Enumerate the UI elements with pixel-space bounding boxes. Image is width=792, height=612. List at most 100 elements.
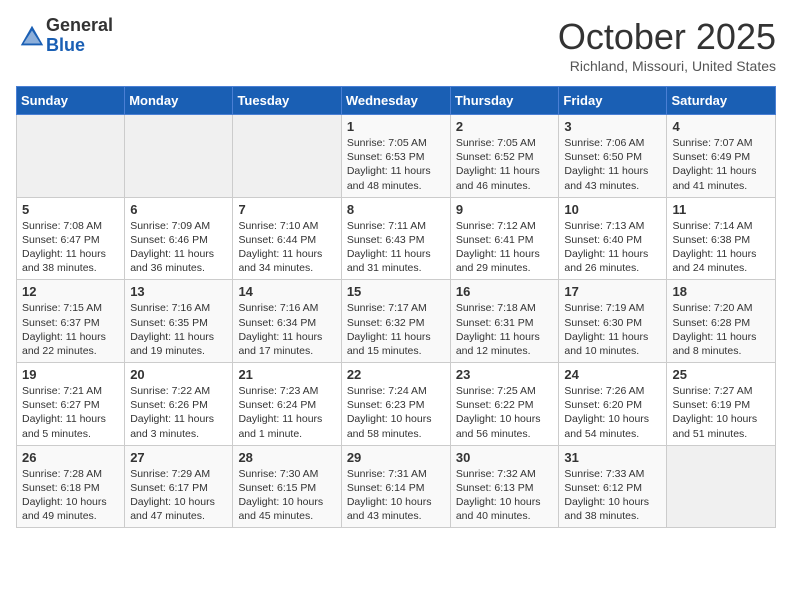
day-number: 22 — [347, 367, 445, 382]
calendar-cell: 11 Sunrise: 7:14 AM Sunset: 6:38 PM Dayli… — [667, 197, 776, 280]
day-info: Sunrise: 7:22 AM Sunset: 6:26 PM Dayligh… — [130, 384, 227, 441]
calendar-cell: 17Sunrise: 7:19 AM Sunset: 6:30 PM Dayli… — [559, 280, 667, 363]
day-number: 7 — [238, 202, 335, 217]
calendar-cell: 29 Sunrise: 7:31 AM Sunset: 6:14 PM Dayli… — [341, 445, 450, 528]
day-info: Sunrise: 7:20 AM Sunset: 6:28 PM Dayligh… — [672, 301, 770, 358]
calendar-week-row: 19 Sunrise: 7:21 AM Sunset: 6:27 PM Dayli… — [17, 363, 776, 446]
calendar-cell — [125, 115, 233, 198]
weekday-header: Thursday — [450, 87, 559, 115]
weekday-header: Friday — [559, 87, 667, 115]
day-number: 1 — [347, 119, 445, 134]
day-info: Sunrise: 7:28 AM Sunset: 6:18 PM Dayligh… — [22, 467, 119, 524]
day-number: 9 — [456, 202, 554, 217]
calendar-week-row: 1 Sunrise: 7:05 AM Sunset: 6:53 PM Daylig… — [17, 115, 776, 198]
day-info: Sunrise: 7:16 AM Sunset: 6:35 PM Dayligh… — [130, 301, 227, 358]
day-number: 4 — [672, 119, 770, 134]
calendar-cell — [667, 445, 776, 528]
day-number: 20 — [130, 367, 227, 382]
day-info: Sunrise: 7:16 AM Sunset: 6:34 PM Dayligh… — [238, 301, 335, 358]
weekday-header: Sunday — [17, 87, 125, 115]
calendar-cell — [17, 115, 125, 198]
day-number: 15 — [347, 284, 445, 299]
day-info: Sunrise: 7:11 AM Sunset: 6:43 PM Dayligh… — [347, 219, 445, 276]
calendar-cell: 20 Sunrise: 7:22 AM Sunset: 6:26 PM Dayli… — [125, 363, 233, 446]
location: Richland, Missouri, United States — [558, 58, 776, 74]
calendar-cell: 28 Sunrise: 7:30 AM Sunset: 6:15 PM Dayli… — [233, 445, 341, 528]
day-info: Sunrise: 7:30 AM Sunset: 6:15 PM Dayligh… — [238, 467, 335, 524]
title-block: October 2025 Richland, Missouri, United … — [558, 16, 776, 74]
calendar-cell: 14 Sunrise: 7:16 AM Sunset: 6:34 PM Dayli… — [233, 280, 341, 363]
calendar-cell: 9 Sunrise: 7:12 AM Sunset: 6:41 PM Daylig… — [450, 197, 559, 280]
day-number: 19 — [22, 367, 119, 382]
day-info: Sunrise: 7:09 AM Sunset: 6:46 PM Dayligh… — [130, 219, 227, 276]
calendar-cell: 26 Sunrise: 7:28 AM Sunset: 6:18 PM Dayli… — [17, 445, 125, 528]
calendar-cell — [233, 115, 341, 198]
calendar-cell: 30 Sunrise: 7:32 AM Sunset: 6:13 PM Dayli… — [450, 445, 559, 528]
day-number: 10 — [564, 202, 661, 217]
day-info: Sunrise: 7:15 AM Sunset: 6:37 PM Dayligh… — [22, 301, 119, 358]
month-title: October 2025 — [558, 16, 776, 58]
day-number: 23 — [456, 367, 554, 382]
calendar-cell: 4Sunrise: 7:07 AM Sunset: 6:49 PM Daylig… — [667, 115, 776, 198]
day-number: 13 — [130, 284, 227, 299]
logo: General Blue — [16, 16, 113, 56]
weekday-header: Saturday — [667, 87, 776, 115]
calendar-cell: 1 Sunrise: 7:05 AM Sunset: 6:53 PM Daylig… — [341, 115, 450, 198]
day-number: 16 — [456, 284, 554, 299]
calendar-cell: 24 Sunrise: 7:26 AM Sunset: 6:20 PM Dayli… — [559, 363, 667, 446]
day-info: Sunrise: 7:24 AM Sunset: 6:23 PM Dayligh… — [347, 384, 445, 441]
day-info: Sunrise: 7:08 AM Sunset: 6:47 PM Dayligh… — [22, 219, 119, 276]
calendar-cell: 18Sunrise: 7:20 AM Sunset: 6:28 PM Dayli… — [667, 280, 776, 363]
calendar-table: SundayMondayTuesdayWednesdayThursdayFrid… — [16, 86, 776, 528]
day-info: Sunrise: 7:23 AM Sunset: 6:24 PM Dayligh… — [238, 384, 335, 441]
logo-blue: Blue — [46, 36, 113, 56]
day-number: 29 — [347, 450, 445, 465]
day-info: Sunrise: 7:14 AM Sunset: 6:38 PM Dayligh… — [672, 219, 770, 276]
calendar-cell: 19 Sunrise: 7:21 AM Sunset: 6:27 PM Dayli… — [17, 363, 125, 446]
day-info: Sunrise: 7:06 AM Sunset: 6:50 PM Dayligh… — [564, 136, 661, 193]
day-number: 28 — [238, 450, 335, 465]
weekday-header: Wednesday — [341, 87, 450, 115]
day-info: Sunrise: 7:05 AM Sunset: 6:53 PM Dayligh… — [347, 136, 445, 193]
day-info: Sunrise: 7:12 AM Sunset: 6:41 PM Dayligh… — [456, 219, 554, 276]
day-number: 5 — [22, 202, 119, 217]
calendar-cell: 12Sunrise: 7:15 AM Sunset: 6:37 PM Dayli… — [17, 280, 125, 363]
calendar-week-row: 12Sunrise: 7:15 AM Sunset: 6:37 PM Dayli… — [17, 280, 776, 363]
weekday-header: Monday — [125, 87, 233, 115]
day-info: Sunrise: 7:21 AM Sunset: 6:27 PM Dayligh… — [22, 384, 119, 441]
calendar-cell: 22 Sunrise: 7:24 AM Sunset: 6:23 PM Dayli… — [341, 363, 450, 446]
day-number: 8 — [347, 202, 445, 217]
day-info: Sunrise: 7:29 AM Sunset: 6:17 PM Dayligh… — [130, 467, 227, 524]
day-number: 11 — [672, 202, 770, 217]
calendar-cell: 3 Sunrise: 7:06 AM Sunset: 6:50 PM Daylig… — [559, 115, 667, 198]
calendar-cell: 16Sunrise: 7:18 AM Sunset: 6:31 PM Dayli… — [450, 280, 559, 363]
calendar-cell: 5 Sunrise: 7:08 AM Sunset: 6:47 PM Daylig… — [17, 197, 125, 280]
day-number: 30 — [456, 450, 554, 465]
day-info: Sunrise: 7:10 AM Sunset: 6:44 PM Dayligh… — [238, 219, 335, 276]
weekday-header-row: SundayMondayTuesdayWednesdayThursdayFrid… — [17, 87, 776, 115]
day-info: Sunrise: 7:32 AM Sunset: 6:13 PM Dayligh… — [456, 467, 554, 524]
day-number: 27 — [130, 450, 227, 465]
day-number: 14 — [238, 284, 335, 299]
calendar-cell: 10 Sunrise: 7:13 AM Sunset: 6:40 PM Dayli… — [559, 197, 667, 280]
day-number: 24 — [564, 367, 661, 382]
calendar-cell: 6Sunrise: 7:09 AM Sunset: 6:46 PM Daylig… — [125, 197, 233, 280]
calendar-cell: 15Sunrise: 7:17 AM Sunset: 6:32 PM Dayli… — [341, 280, 450, 363]
day-info: Sunrise: 7:05 AM Sunset: 6:52 PM Dayligh… — [456, 136, 554, 193]
day-number: 3 — [564, 119, 661, 134]
day-number: 17 — [564, 284, 661, 299]
day-info: Sunrise: 7:26 AM Sunset: 6:20 PM Dayligh… — [564, 384, 661, 441]
logo-text: General Blue — [46, 16, 113, 56]
weekday-header: Tuesday — [233, 87, 341, 115]
day-number: 31 — [564, 450, 661, 465]
calendar-cell: 25Sunrise: 7:27 AM Sunset: 6:19 PM Dayli… — [667, 363, 776, 446]
day-info: Sunrise: 7:25 AM Sunset: 6:22 PM Dayligh… — [456, 384, 554, 441]
day-number: 26 — [22, 450, 119, 465]
day-number: 2 — [456, 119, 554, 134]
calendar-cell: 31Sunrise: 7:33 AM Sunset: 6:12 PM Dayli… — [559, 445, 667, 528]
day-info: Sunrise: 7:31 AM Sunset: 6:14 PM Dayligh… — [347, 467, 445, 524]
calendar-cell: 13 Sunrise: 7:16 AM Sunset: 6:35 PM Dayli… — [125, 280, 233, 363]
day-info: Sunrise: 7:13 AM Sunset: 6:40 PM Dayligh… — [564, 219, 661, 276]
calendar-cell: 2 Sunrise: 7:05 AM Sunset: 6:52 PM Daylig… — [450, 115, 559, 198]
calendar-cell: 23 Sunrise: 7:25 AM Sunset: 6:22 PM Dayli… — [450, 363, 559, 446]
